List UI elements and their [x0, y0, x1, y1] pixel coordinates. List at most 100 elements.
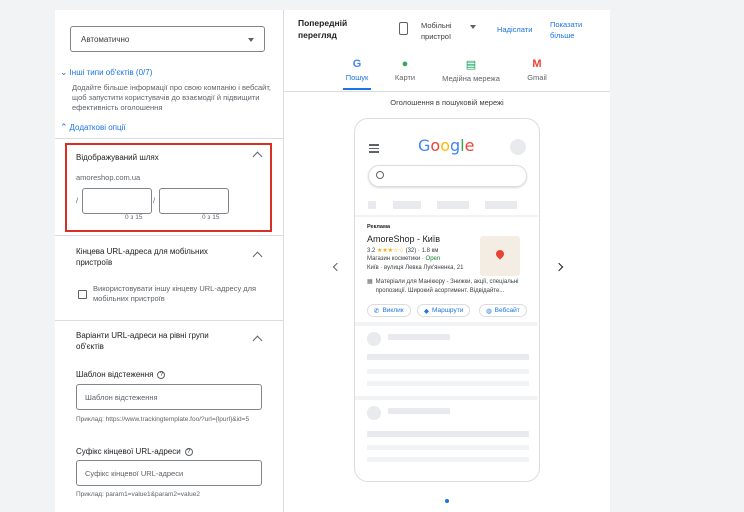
divider	[355, 322, 538, 326]
placeholder-bar	[437, 201, 469, 209]
tab-search-label: Пошук	[345, 73, 369, 82]
tab-display-label: Медійна мережа	[442, 74, 500, 83]
chevron-down-icon: ⌄	[60, 67, 68, 77]
placeholder-bar	[367, 445, 529, 450]
call-label: Виклик	[382, 307, 404, 314]
placeholder-bar	[367, 354, 529, 360]
tab-display[interactable]: ▤ Медійна мережа	[436, 58, 506, 83]
divider	[55, 138, 283, 139]
tab-search[interactable]: G Пошук	[340, 58, 374, 82]
directions-label: Маршрути	[432, 307, 464, 314]
ad-rating: 3.2	[367, 248, 376, 254]
url-suffix-input[interactable]: Суфікс кінцевої URL-адреси	[76, 460, 262, 486]
path-slash: /	[153, 196, 156, 205]
mobile-url-checkbox-label: Використовувати іншу кінцеву URL-адресу …	[93, 284, 257, 303]
placeholder-bar	[367, 381, 529, 386]
url-options-title: Варіанти URL-адреси на рівні групи об'єк…	[76, 331, 209, 351]
display-path-title: Відображуваний шлях	[76, 153, 159, 162]
menu-icon	[369, 144, 379, 153]
gmail-icon: M	[532, 58, 542, 70]
tracking-label-text: Шаблон відстеження	[76, 370, 154, 379]
device-label[interactable]: Мобільні пристрої	[421, 20, 466, 42]
placeholder-circle	[367, 406, 381, 420]
display-path-domain: amoreshop.com.ua	[76, 173, 141, 182]
suffix-placeholder: Суфікс кінцевої URL-адреси	[85, 468, 184, 478]
caret-down-icon[interactable]	[470, 25, 476, 29]
directions-button[interactable]: ◆ Маршрути	[417, 304, 471, 317]
map-thumbnail	[480, 236, 520, 276]
placeholder-bar	[393, 201, 421, 209]
google-logo: Google	[418, 136, 474, 155]
suffix-label: Суфікс кінцевої URL-адреси ?	[76, 446, 193, 457]
phone-search-box	[368, 165, 527, 187]
tab-maps-label: Карти	[394, 73, 416, 82]
placeholder-bar	[367, 457, 529, 462]
ad-badge: Реклама	[367, 224, 391, 230]
placeholder-bar	[367, 369, 529, 374]
divider	[355, 215, 538, 217]
placeholder-bar	[485, 201, 517, 209]
placeholder-bar	[367, 431, 529, 437]
tab-gmail[interactable]: M Gmail	[522, 58, 552, 82]
tracking-template-input[interactable]: Шаблон відстеження	[76, 384, 262, 410]
google-logo-letter: o	[440, 136, 450, 155]
other-types-link: Інші типи об'єктів (0/7)	[69, 68, 153, 77]
phone-mockup: Google Реклама AmoreShop - Київ 3.2 ★★★☆…	[354, 118, 540, 482]
phone-icon	[399, 22, 408, 35]
suffix-example: Приклад: param1=value1&param2=value2	[76, 491, 200, 498]
preview-title: Попередній перегляд	[298, 18, 348, 40]
ad-reviews: (32) · 1.8 км	[405, 248, 439, 254]
google-icon: G	[352, 58, 362, 70]
other-types-description: Додайте більше інформації про свою компа…	[72, 83, 272, 112]
other-types-toggle[interactable]: ⌄ Інші типи об'єктів (0/7)	[60, 67, 152, 78]
tab-gmail-label: Gmail	[527, 73, 547, 82]
path2-input[interactable]	[159, 188, 229, 214]
chevron-up-icon: ⌃	[60, 122, 68, 132]
ad-category: Магазин косметики ·	[367, 256, 424, 262]
help-icon[interactable]: ?	[184, 447, 193, 456]
collapse-icon[interactable]	[252, 251, 263, 262]
extra-options-link: Додаткові опції	[69, 123, 126, 132]
phone-icon: ✆	[374, 307, 380, 315]
collapse-icon[interactable]	[252, 335, 263, 346]
google-logo-letter: o	[430, 136, 441, 155]
ad-title[interactable]: AmoreShop - Київ	[367, 234, 440, 244]
show-more-link[interactable]: Показати більше	[550, 19, 595, 41]
divider	[55, 320, 283, 321]
suffix-label-text: Суфікс кінцевої URL-адреси	[76, 447, 181, 456]
tabs-divider	[284, 91, 610, 92]
ad-status: Open	[425, 256, 441, 262]
rotation-select[interactable]: Автоматично	[70, 26, 265, 52]
globe-icon: ◍	[486, 307, 492, 315]
next-arrow-icon[interactable]	[554, 262, 564, 272]
help-icon[interactable]: ?	[157, 370, 166, 379]
tracking-label: Шаблон відстеження ?	[76, 369, 166, 380]
calendar-icon: ▦	[367, 279, 373, 285]
rotation-select-value: Автоматично	[81, 35, 130, 44]
placeholder-bar	[388, 408, 450, 414]
ad-category-row: Магазин косметики · Open	[367, 256, 440, 262]
carousel-dot[interactable]	[445, 499, 449, 503]
website-button[interactable]: ◍ Вебсайт	[479, 304, 527, 317]
path1-input[interactable]	[82, 188, 152, 214]
website-label: Вебсайт	[494, 307, 520, 314]
settings-panel: Автоматично ⌄ Інші типи об'єктів (0/7) Д…	[55, 10, 284, 512]
path2-counter: 0 з 15	[202, 214, 220, 221]
divider	[55, 235, 283, 236]
google-logo-letter: G	[418, 136, 431, 155]
map-pin-icon	[494, 248, 506, 260]
ad-address: Київ · вулиця Левка Лук'яненка, 21	[367, 265, 464, 271]
extra-options-toggle[interactable]: ⌃ Додаткові опції	[60, 122, 126, 133]
mobile-url-checkbox[interactable]	[78, 290, 87, 299]
maps-pin-icon: ●	[401, 58, 409, 70]
ad-description-row: ▦ Матеріали для Манікюру - Знижки, акції…	[367, 278, 532, 295]
path-slash: /	[76, 196, 79, 205]
prev-arrow-icon[interactable]	[332, 262, 342, 272]
tab-active-indicator	[343, 88, 371, 90]
call-button[interactable]: ✆ Виклик	[367, 304, 411, 317]
network-caption: Оголошення в пошуковій мережі	[390, 98, 504, 107]
tab-maps[interactable]: ● Карти	[390, 58, 420, 82]
avatar	[510, 139, 526, 155]
send-link[interactable]: Надіслати	[497, 25, 532, 34]
search-icon	[376, 171, 384, 179]
